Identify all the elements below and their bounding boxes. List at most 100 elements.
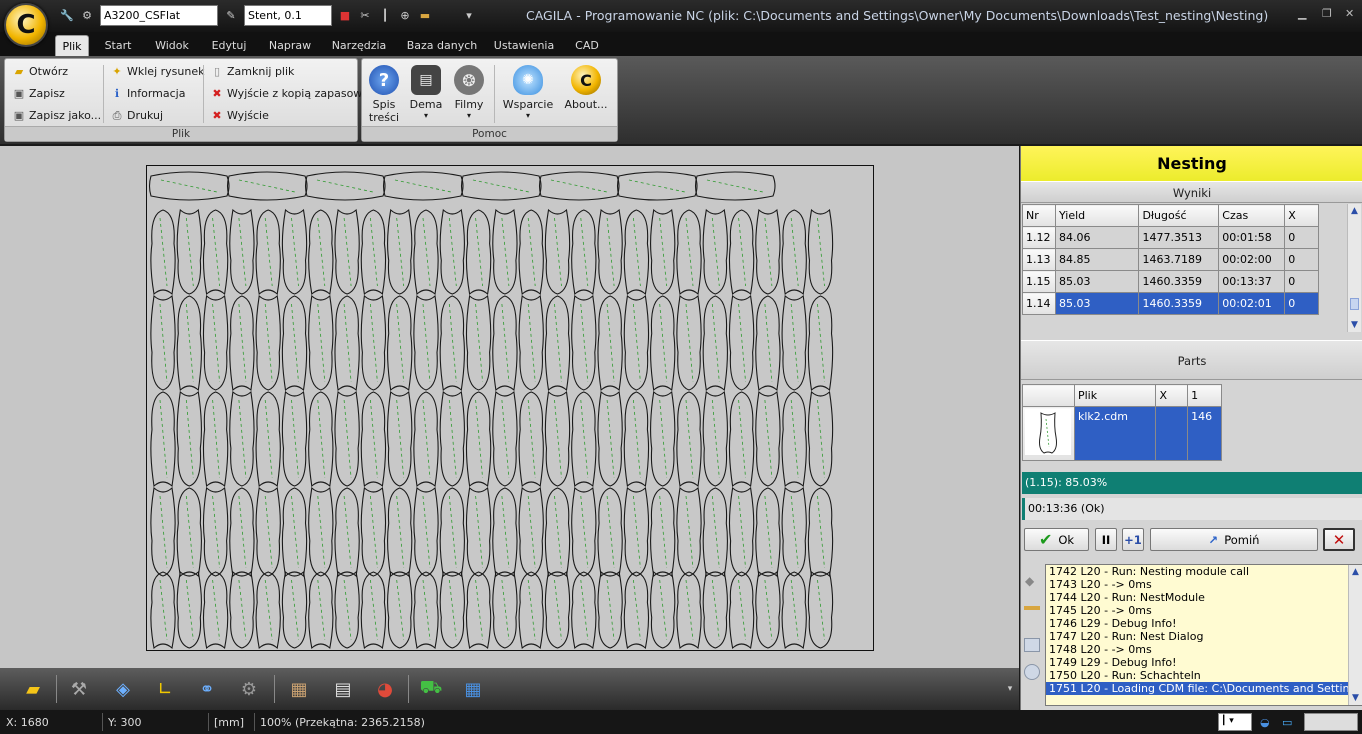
tab-baza-danych[interactable]: Baza danych [404,35,480,56]
film-strip-icon[interactable]: ▦ [284,674,314,704]
nested-part [728,486,755,577]
demos-button[interactable]: ▤ Dema ▾ [408,65,444,120]
drawing-canvas[interactable] [0,146,1019,668]
info-button[interactable]: ℹ Informacja [111,87,186,100]
gear-icon[interactable]: ⚙ [80,9,94,23]
log-line[interactable]: 1746 L29 - Debug Info! [1046,617,1362,630]
calculator-icon[interactable] [1024,638,1040,652]
scroll-up-icon[interactable]: ▲ [1349,565,1362,579]
log-line[interactable]: 1751 L20 - Loading CDM file: C:\Document… [1046,682,1362,695]
paste-drawing-button[interactable]: ✦ Wklej rysunek [111,65,204,78]
log-line[interactable]: 1742 L20 - Run: Nesting module call [1046,565,1362,578]
col-header-x[interactable]: X [1284,204,1319,227]
settings-gear-icon[interactable]: ⚙ [234,674,264,704]
col-header-length[interactable]: Długość [1138,204,1220,227]
scroll-up-icon[interactable]: ▲ [1348,204,1361,218]
ruler-log-icon[interactable] [1024,606,1040,610]
log-list[interactable]: 1742 L20 - Run: Nesting module call 1743 … [1045,564,1362,706]
col-header-time[interactable]: Czas [1218,204,1286,227]
tab-narzedzia[interactable]: Narzędzia [330,35,388,56]
nesting-layout-icon[interactable]: ▦ [458,674,488,704]
log-line[interactable]: 1750 L20 - Run: Schachteln [1046,669,1362,682]
log-scrollbar[interactable]: ▲ ▼ [1348,565,1362,705]
wrench-tool-icon[interactable]: ⚒ [64,674,94,704]
parts-row[interactable]: klk2.cdm 146 [1022,406,1222,461]
results-scrollbar[interactable]: ▲ ▼ [1347,204,1361,332]
plus-one-button[interactable]: +1 [1122,528,1144,551]
document-list-icon[interactable]: ▤ [328,674,358,704]
scroll-down-icon[interactable]: ▼ [1349,691,1362,705]
pin-icon[interactable]: ┃ [378,9,392,23]
print-button[interactable]: ⎙ Drukuj [111,109,163,122]
divider [203,65,204,123]
open-button[interactable]: ▰ Otwórz [13,65,68,78]
log-line[interactable]: 1745 L20 - -> 0ms [1046,604,1362,617]
tab-widok[interactable]: Widok [150,35,194,56]
results-row[interactable]: 1.15 85.03 1460.3359 00:13:37 0 [1022,270,1319,293]
exit-button[interactable]: ✖ Wyjście [211,109,268,122]
save-as-button[interactable]: ▣ Zapisz jako... [13,109,101,122]
machine-icon[interactable]: ⛟ [416,674,446,704]
disk-icon[interactable] [1024,664,1040,680]
tool-icon[interactable]: ✂ [358,9,372,23]
nodes-icon[interactable]: ⚭ [192,674,222,704]
save-button[interactable]: ▣ Zapisz [13,87,65,100]
col-header-nr[interactable]: Nr [1022,204,1056,227]
tab-start[interactable]: Start [100,35,136,56]
tab-cad[interactable]: CAD [570,35,604,56]
axis-icon[interactable]: ∟ [150,674,180,704]
nested-part [439,570,465,649]
minimize-icon[interactable]: ▁ [1298,7,1306,20]
pause-button[interactable]: II [1095,528,1117,551]
ok-button[interactable]: ✔ Ok [1024,528,1089,551]
ribbon: ▰ Otwórz ▣ Zapisz ▣ Zapisz jako... ✦ Wklej r… [0,56,1362,144]
help-contents-button[interactable]: ? Spis treści [368,65,400,124]
tab-napraw[interactable]: Napraw [266,35,314,56]
cube-3d-icon[interactable]: ◈ [108,674,138,704]
ruler-icon[interactable]: ▬ [418,9,432,23]
pin-log-icon[interactable]: ◆ [1025,574,1039,588]
material-field[interactable]: Stent, 0.1 [244,5,332,26]
app-logo-button[interactable]: C [4,3,48,47]
col-header-x[interactable]: X [1155,384,1189,407]
close-window-icon[interactable]: ✕ [1345,7,1354,20]
material-icon[interactable]: ✎ [224,9,238,23]
about-button[interactable]: C About... [562,65,610,111]
results-row[interactable]: 1.14 85.03 1460.3359 00:02:01 0 [1022,292,1319,315]
network-icon[interactable]: ◒ [1260,716,1270,729]
log-line[interactable]: 1749 L29 - Debug Info! [1046,656,1362,669]
tab-ustawienia[interactable]: Ustawienia [492,35,556,56]
qat-dropdown-icon[interactable]: ▾ [462,9,476,23]
crosshair-icon[interactable]: ⊕ [398,9,412,23]
open-folder-icon[interactable]: ▰ [18,674,48,704]
monitor-icon[interactable]: ▭ [1282,716,1292,729]
log-line[interactable]: 1748 L20 - -> 0ms [1046,643,1362,656]
col-header-file[interactable]: Plik [1073,384,1157,407]
scroll-thumb[interactable] [1350,298,1359,310]
nested-part [728,571,755,650]
films-button[interactable]: ❂ Filmy ▾ [452,65,486,120]
tab-plik[interactable]: Plik [55,35,89,56]
scroll-down-icon[interactable]: ▼ [1348,318,1361,332]
wrench-icon[interactable]: 🔧 [60,9,74,23]
exit-with-backup-button[interactable]: ✖ Wyjście z kopią zapasową [211,87,369,100]
col-header-count[interactable]: 1 [1187,384,1222,407]
layer-dropdown[interactable]: ┃ ▾ [1218,713,1252,731]
skip-button[interactable]: ↗ Pomiń [1150,528,1318,551]
cancel-button[interactable]: ✕ [1323,528,1355,551]
pie-chart-icon[interactable]: ◕ [370,674,400,704]
results-row[interactable]: 1.12 84.06 1477.3513 00:01:58 0 [1022,226,1319,249]
log-line[interactable]: 1743 L20 - -> 0ms [1046,578,1362,591]
log-line[interactable]: 1744 L20 - Run: NestModule [1046,591,1362,604]
log-line[interactable]: 1747 L20 - Run: Nest Dialog [1046,630,1362,643]
stop-icon[interactable]: ■ [338,9,352,23]
zoom-slider[interactable] [1304,713,1358,731]
support-button[interactable]: ✺ Wsparcie ▾ [502,65,554,120]
col-header-yield[interactable]: Yield [1054,204,1140,227]
close-file-button[interactable]: ▯ Zamknij plik [211,65,294,78]
machine-field[interactable]: A3200_CSFlat [100,5,218,26]
toolbar-overflow-icon[interactable]: ▾ [1004,674,1016,704]
tab-edytuj[interactable]: Edytuj [206,35,252,56]
maximize-icon[interactable]: ❐ [1322,7,1332,20]
results-row[interactable]: 1.13 84.85 1463.7189 00:02:00 0 [1022,248,1319,271]
